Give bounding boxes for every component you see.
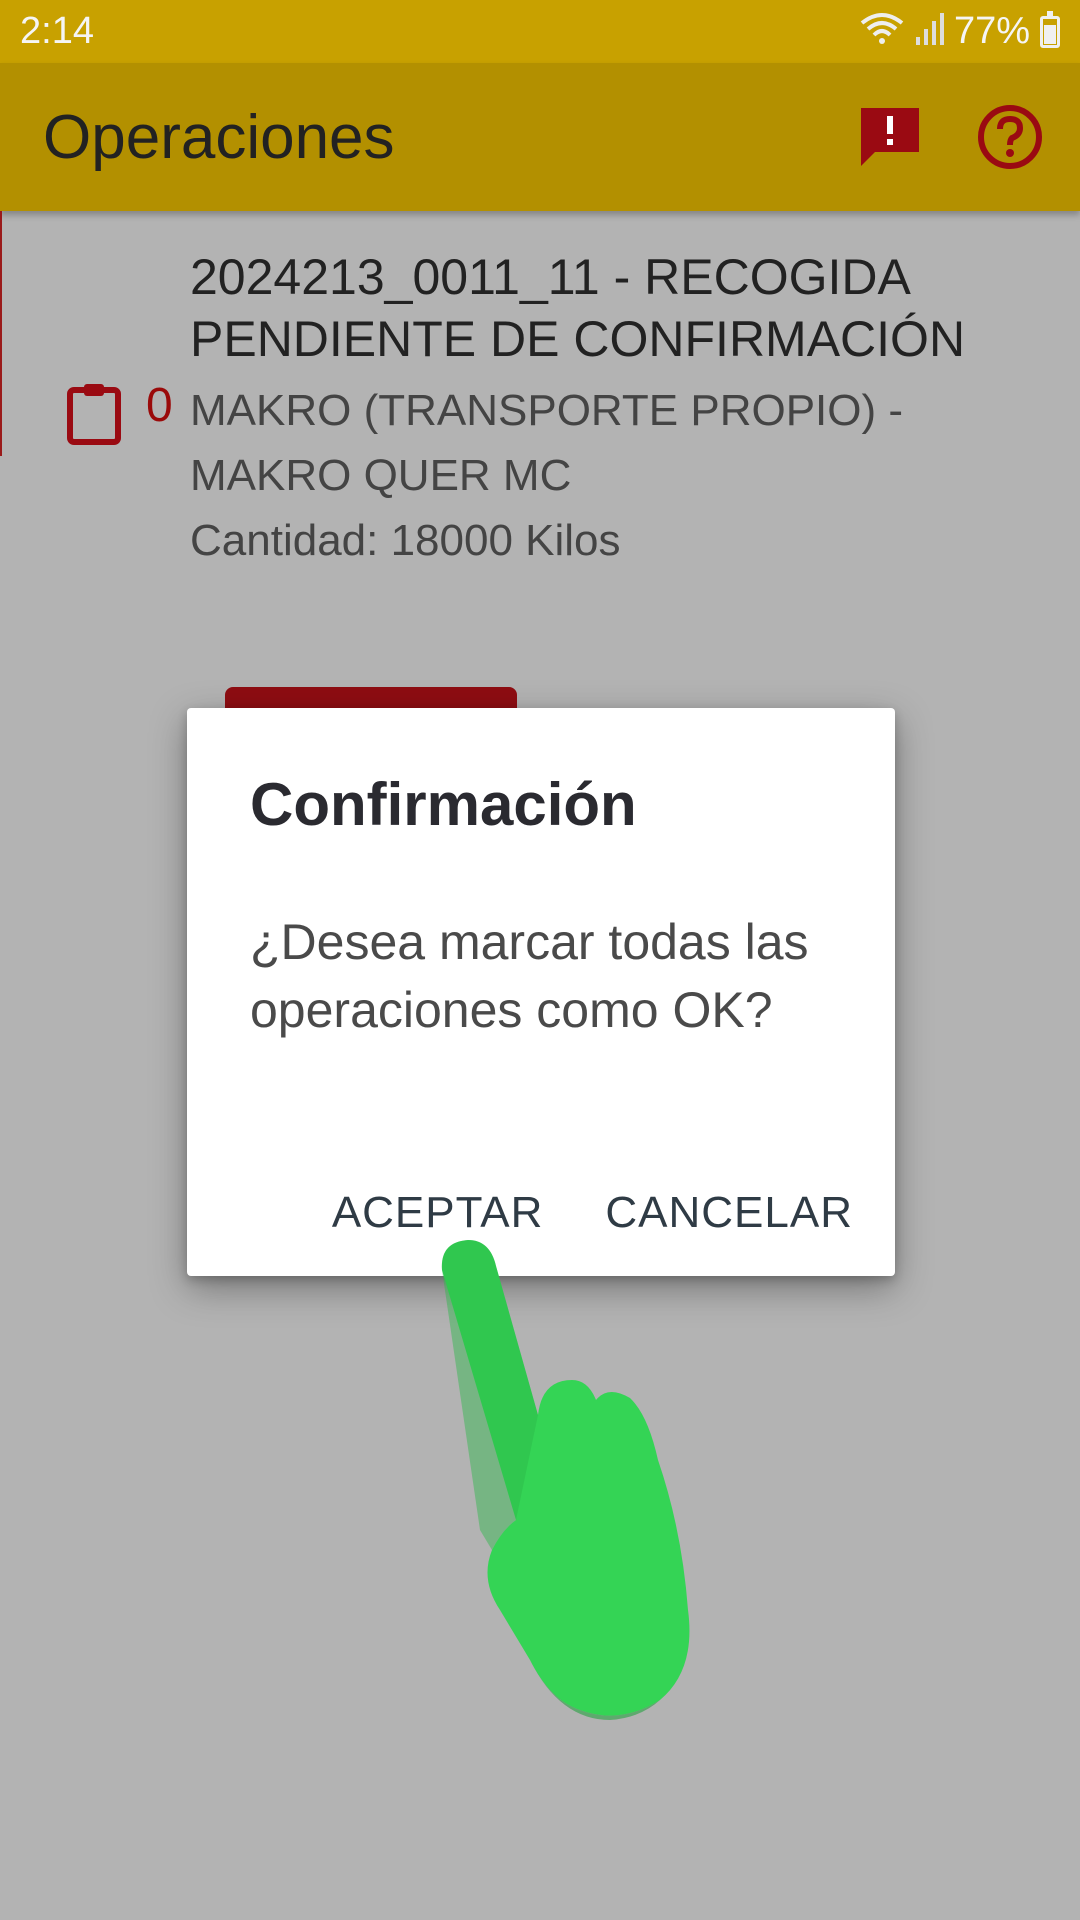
item-indicator-bar <box>0 211 2 456</box>
operation-quantity: Cantidad: 18000 Kilos <box>190 516 621 565</box>
dialog-message: ¿Desea marcar todas las operaciones como… <box>250 914 809 1038</box>
status-indicators: 77% <box>860 10 1060 53</box>
feedback-icon[interactable] <box>840 87 940 187</box>
operation-details: MAKRO (TRANSPORTE PROPIO) - MAKRO QUER M… <box>190 378 1060 573</box>
operation-count: 0 <box>146 379 173 432</box>
help-icon[interactable] <box>960 87 1060 187</box>
confirmation-dialog: Confirmación ¿Desea marcar todas las ope… <box>187 708 895 1276</box>
clipboard-icon[interactable] <box>66 382 122 451</box>
wifi-icon <box>860 11 904 52</box>
status-bar: 2:14 77% <box>0 0 1080 63</box>
dialog-title: Confirmación <box>250 771 637 838</box>
battery-percentage: 77% <box>953 10 1030 52</box>
operation-title[interactable]: 2024213_0011_11 - RECOGIDA PENDIENTE DE … <box>190 246 1060 370</box>
page-title: Operaciones <box>43 102 395 172</box>
screen: 2:14 77% Operaciones 0 2024213_0011_11 -… <box>0 0 1080 1920</box>
operation-client: MAKRO (TRANSPORTE PROPIO) - MAKRO QUER M… <box>190 386 904 500</box>
battery-icon <box>1040 10 1060 48</box>
pointing-hand-icon <box>420 1230 740 1755</box>
status-time: 2:14 <box>20 10 94 52</box>
app-bar: Operaciones <box>0 63 1080 211</box>
signal-icon <box>914 13 944 50</box>
